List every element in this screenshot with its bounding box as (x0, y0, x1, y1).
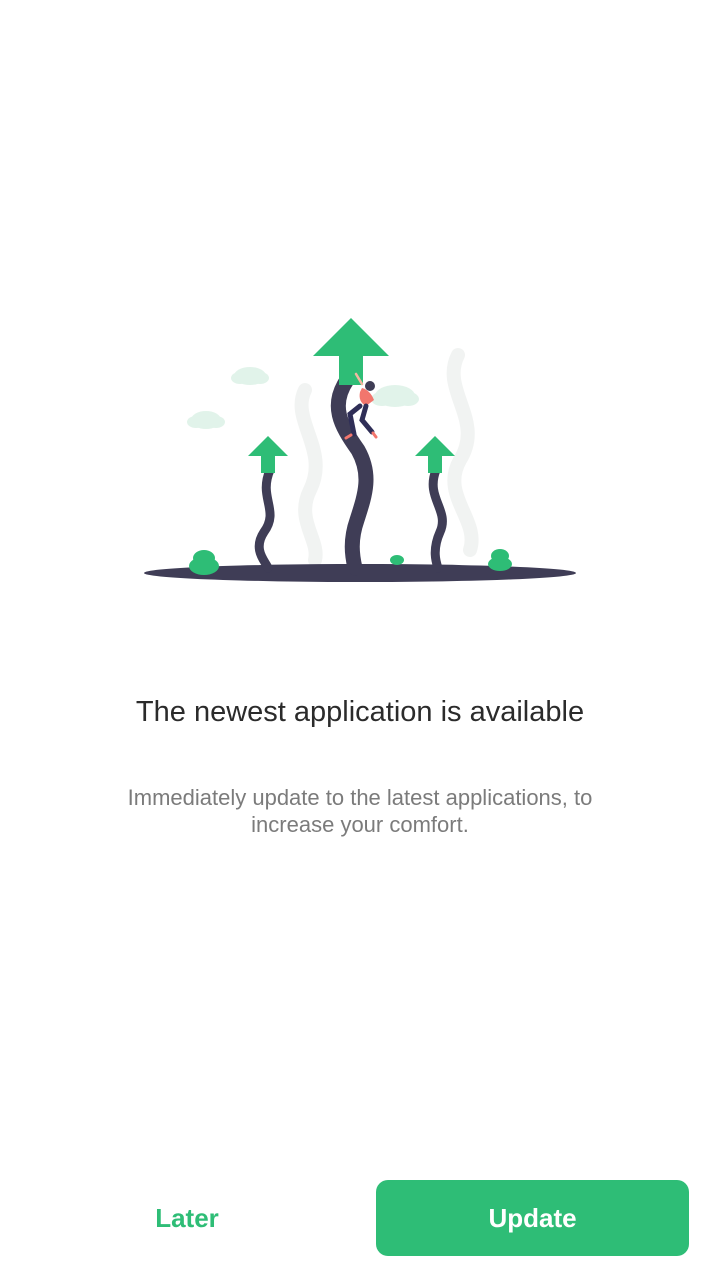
bush-icon (488, 549, 512, 571)
bush-icon (390, 555, 404, 565)
update-available-screen: The newest application is available Imme… (0, 0, 720, 1280)
right-stem (428, 465, 447, 573)
upload-arrow-icon (415, 436, 455, 473)
bush-icon (189, 550, 219, 575)
upload-arrow-icon (248, 436, 288, 473)
cloud-icon (371, 385, 419, 407)
upload-arrow-icon (313, 318, 389, 385)
left-stem (254, 465, 275, 573)
dialog-title: The newest application is available (135, 696, 585, 728)
cloud-icon (187, 411, 225, 429)
center-stem (330, 372, 374, 576)
update-illustration (144, 318, 576, 582)
background-pattern (294, 348, 479, 567)
dialog-subtitle: Immediately update to the latest applica… (127, 785, 593, 837)
update-button[interactable]: Update (376, 1180, 689, 1256)
later-button[interactable]: Later (32, 1180, 342, 1256)
cloud-icon (231, 367, 269, 385)
